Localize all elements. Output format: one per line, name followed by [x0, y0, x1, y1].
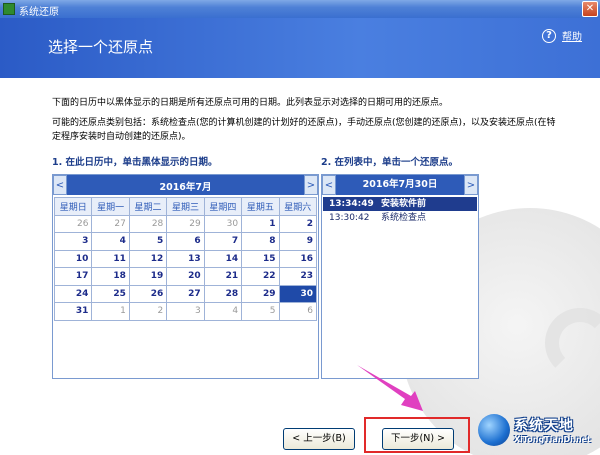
- calendar-day[interactable]: 30: [203, 214, 243, 233]
- weekday-header: 星期六: [278, 197, 318, 216]
- calendar: < 2016年7月 > 星期日 星期一 星期二 星期三 星期四 星期五 星期六: [52, 174, 319, 379]
- calendar-day[interactable]: 10: [53, 249, 93, 268]
- help-link[interactable]: ? 帮助: [542, 28, 582, 43]
- calendar-day[interactable]: 6: [278, 302, 318, 321]
- calendar-day[interactable]: 22: [241, 267, 280, 286]
- calendar-day[interactable]: 17: [53, 267, 93, 286]
- calendar-day[interactable]: 2: [128, 302, 168, 321]
- calendar-month: 2016年7月: [159, 182, 212, 193]
- restore-point-header: < 2016年7月30日 >: [322, 175, 478, 195]
- calendar-day-selected[interactable]: 30: [278, 284, 318, 303]
- weekday-row: 星期日 星期一 星期二 星期三 星期四 星期五 星期六: [53, 197, 318, 216]
- restore-point-date: 2016年7月30日: [336, 175, 464, 195]
- window-title: 系统还原: [19, 7, 59, 18]
- calendar-week: 17 18 19 20 21 22 23: [53, 267, 318, 286]
- calendar-day[interactable]: 2: [278, 214, 318, 233]
- calendar-day[interactable]: 13: [166, 249, 205, 268]
- page-title: 选择一个还原点: [48, 38, 154, 56]
- calendar-week: 24 25 26 27 28 29 30: [53, 284, 318, 303]
- calendar-day[interactable]: 29: [241, 284, 280, 303]
- content-area: 下面的日历中以黑体显示的日期是所有还原点可用的日期。此列表显示对选择的日期可用的…: [0, 78, 600, 455]
- close-icon[interactable]: ✕: [582, 1, 598, 17]
- pointer-arrow-annotation: [357, 365, 423, 411]
- calendar-day[interactable]: 20: [166, 267, 205, 286]
- calendar-day[interactable]: 26: [53, 214, 93, 233]
- site-watermark: 系统天地 XiTongTianDi.net: [478, 412, 596, 450]
- calendar-grid: 星期日 星期一 星期二 星期三 星期四 星期五 星期六 26 27 28 29: [53, 197, 318, 321]
- calendar-week: 31 1 2 3 4 5 6: [53, 302, 318, 321]
- calendar-day[interactable]: 1: [241, 214, 280, 233]
- calendar-day[interactable]: 8: [241, 232, 280, 251]
- calendar-step-label: 1. 在此日历中，单击黑体显示的日期。: [52, 157, 218, 168]
- calendar-day[interactable]: 16: [278, 249, 318, 268]
- calendar-week: 26 27 28 29 30 1 2: [53, 214, 318, 233]
- calendar-day[interactable]: 23: [278, 267, 318, 286]
- restore-point-time: 13:34:49: [329, 199, 374, 209]
- calendar-week: 3 4 5 6 7 8 9: [53, 232, 318, 251]
- calendar-day[interactable]: 9: [278, 232, 318, 251]
- calendar-day[interactable]: 27: [91, 214, 130, 233]
- calendar-day[interactable]: 3: [53, 232, 93, 251]
- calendar-day[interactable]: 21: [203, 267, 243, 286]
- calendar-day[interactable]: 4: [91, 232, 130, 251]
- restore-point-panel: < 2016年7月30日 > 13:34:49 安装软件前 13:30:42 系统检…: [321, 174, 479, 379]
- previous-date-button[interactable]: <: [322, 175, 336, 195]
- calendar-day[interactable]: 4: [203, 302, 243, 321]
- restore-point-time: 13:30:42: [329, 213, 370, 223]
- weekday-header: 星期四: [203, 197, 243, 216]
- calendar-day[interactable]: 29: [166, 214, 205, 233]
- description-line-2: 可能的还原点类别包括：系统检查点(您的计算机创建的计划好的还原点)，手动还原点(…: [52, 118, 556, 142]
- calendar-day[interactable]: 18: [91, 267, 130, 286]
- calendar-day[interactable]: 15: [241, 249, 280, 268]
- calendar-week: 10 11 12 13 14 15 16: [53, 249, 318, 268]
- list-step-label: 2. 在列表中，单击一个还原点。: [321, 157, 459, 168]
- calendar-day[interactable]: 6: [166, 232, 205, 251]
- globe-logo-icon: [478, 414, 510, 446]
- calendar-day[interactable]: 5: [128, 232, 168, 251]
- title-bar[interactable]: 系统还原 ✕: [0, 0, 600, 18]
- calendar-day[interactable]: 14: [203, 249, 243, 268]
- description-line-1: 下面的日历中以黑体显示的日期是所有还原点可用的日期。此列表显示对选择的日期可用的…: [52, 98, 449, 108]
- calendar-day[interactable]: 3: [166, 302, 205, 321]
- weekday-header: 星期日: [53, 197, 93, 216]
- calendar-day[interactable]: 19: [128, 267, 168, 286]
- calendar-day[interactable]: 1: [91, 302, 130, 321]
- site-watermark-name: 系统天地: [514, 418, 574, 434]
- restore-point-name: 安装软件前: [381, 199, 427, 209]
- restore-point-item-selected[interactable]: 13:34:49 安装软件前: [323, 197, 477, 211]
- calendar-day[interactable]: 28: [128, 214, 168, 233]
- restore-point-list[interactable]: 13:34:49 安装软件前 13:30:42 系统检查点: [323, 197, 477, 225]
- weekday-header: 星期二: [128, 197, 168, 216]
- calendar-day[interactable]: 11: [91, 249, 130, 268]
- site-watermark-url: XiTongTianDi.net: [514, 435, 591, 444]
- header-band: 选择一个还原点 ? 帮助: [0, 18, 600, 78]
- weekday-header: 星期一: [91, 197, 130, 216]
- calendar-day[interactable]: 12: [128, 249, 168, 268]
- calendar-day[interactable]: 7: [203, 232, 243, 251]
- weekday-header: 星期三: [166, 197, 205, 216]
- next-date-button[interactable]: >: [464, 175, 478, 195]
- back-button[interactable]: < 上一步(B): [283, 428, 355, 450]
- calendar-day[interactable]: 5: [241, 302, 280, 321]
- calendar-day[interactable]: 25: [91, 284, 130, 303]
- next-month-button[interactable]: >: [304, 175, 318, 195]
- calendar-day[interactable]: 26: [128, 284, 168, 303]
- restore-point-item[interactable]: 13:30:42 系统检查点: [323, 211, 477, 225]
- restore-point-name: 系统检查点: [381, 213, 427, 223]
- help-label[interactable]: 帮助: [562, 32, 582, 43]
- calendar-header: < 2016年7月 >: [53, 175, 318, 195]
- system-restore-window: 系统还原 ✕ 选择一个还原点 ? 帮助 下面的日历中以黑体显示的日期是所有还原点可…: [0, 0, 600, 455]
- calendar-day[interactable]: 28: [203, 284, 243, 303]
- calendar-day[interactable]: 27: [166, 284, 205, 303]
- calendar-day[interactable]: 24: [53, 284, 93, 303]
- weekday-header: 星期五: [241, 197, 280, 216]
- calendar-day[interactable]: 31: [53, 302, 93, 321]
- system-restore-icon: [3, 3, 15, 15]
- help-icon[interactable]: ?: [542, 28, 556, 43]
- next-button[interactable]: 下一步(N) >: [382, 428, 454, 450]
